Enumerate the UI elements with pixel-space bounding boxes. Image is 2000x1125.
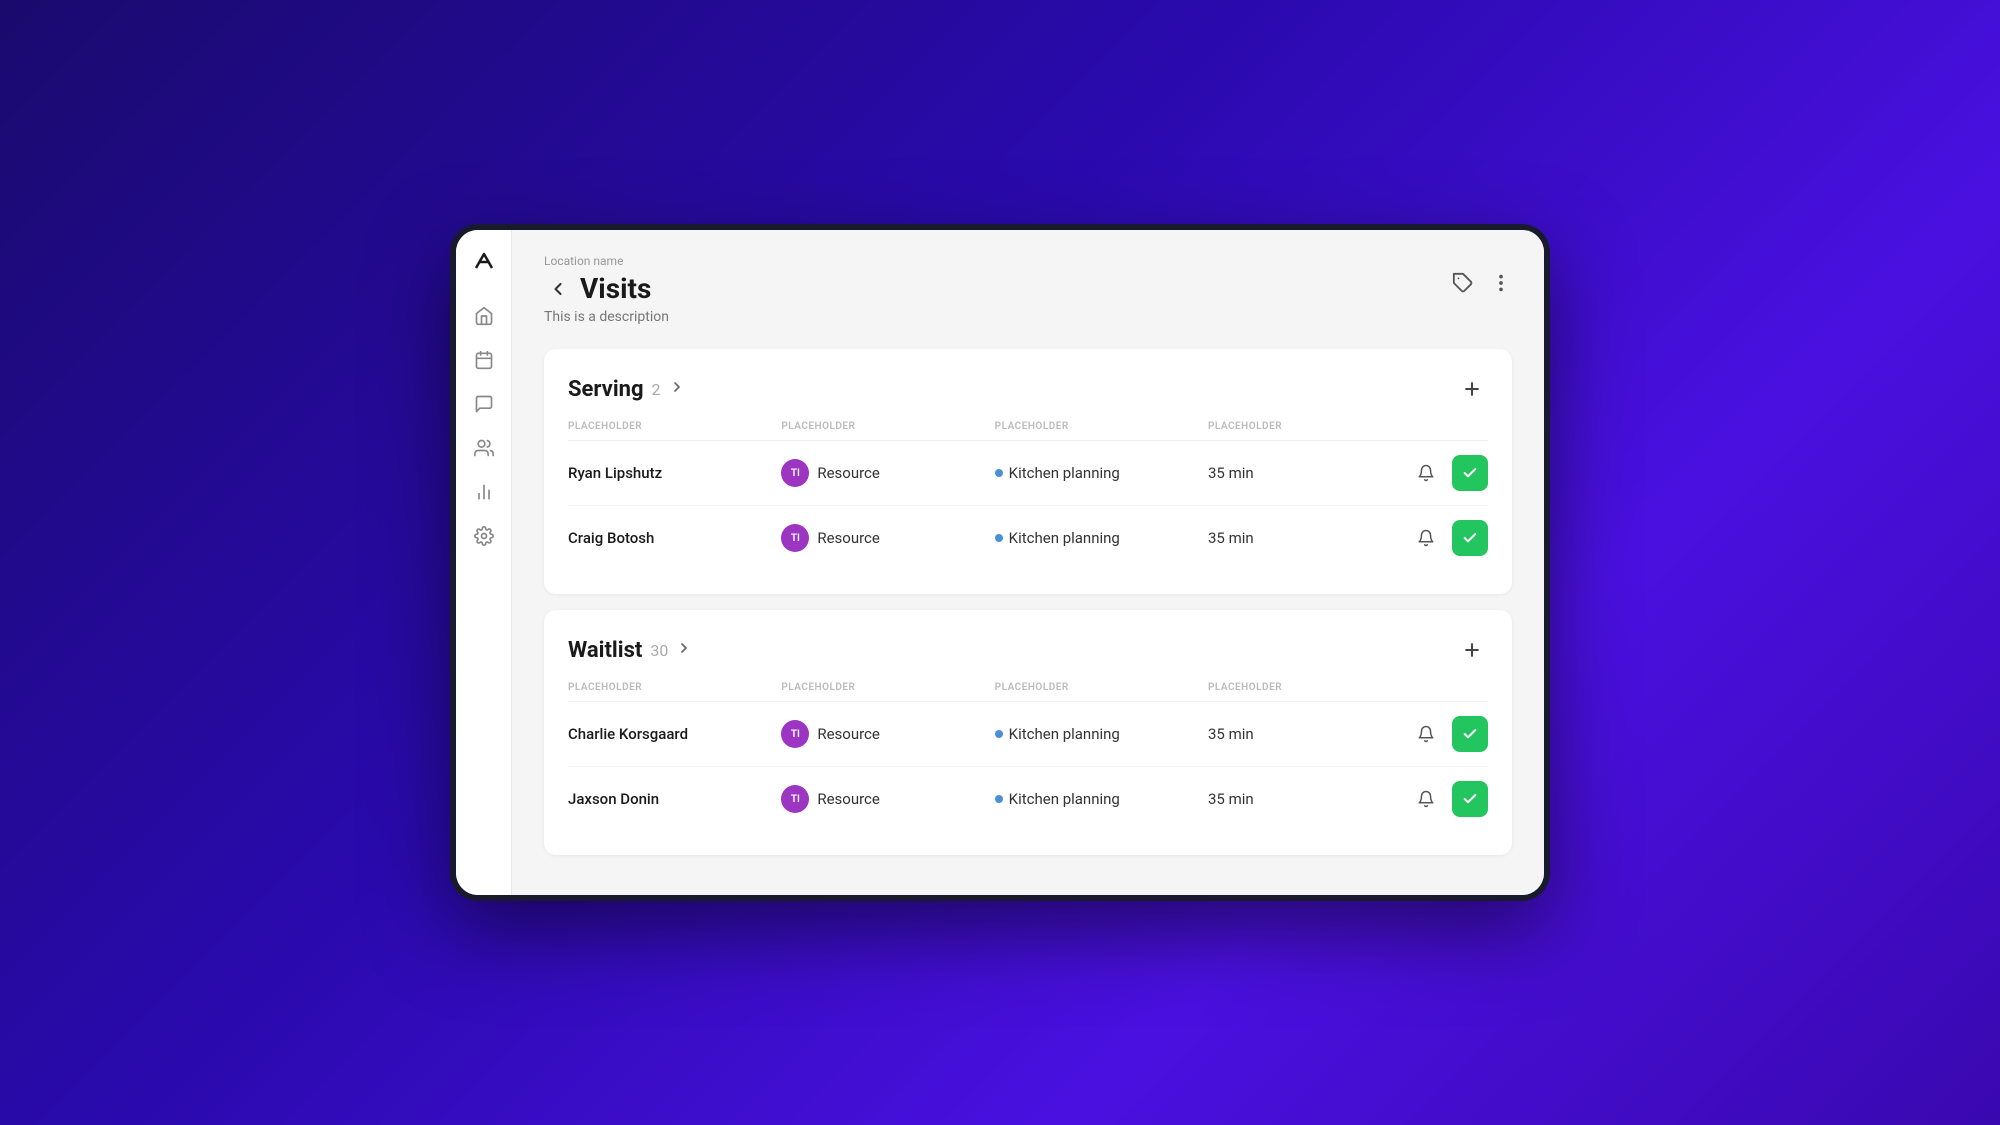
waitlist-col-2: PLACEHOLDER <box>781 682 994 693</box>
waitlist-col-4: PLACEHOLDER <box>1208 682 1368 693</box>
waitlist-row-1-avatar: TI <box>781 720 809 748</box>
waitlist-row-1-check-button[interactable] <box>1452 716 1488 752</box>
waitlist-row-2: Jaxson Donin TI Resource Kitchen plannin… <box>568 767 1488 831</box>
serving-row-2-resource: TI Resource <box>781 524 994 552</box>
waitlist-row-1-service: Kitchen planning <box>995 725 1208 743</box>
main-content: Location name Visits <box>512 230 1544 895</box>
serving-title-row: Serving 2 <box>568 377 685 402</box>
serving-row-2-time: 35 min <box>1208 529 1368 547</box>
waitlist-section-header: Waitlist 30 <box>568 634 1488 666</box>
serving-row-1-check-button[interactable] <box>1452 455 1488 491</box>
serving-row-2-service: Kitchen planning <box>995 529 1208 547</box>
serving-row-2-resource-label: Resource <box>817 529 880 547</box>
page-title-row: Visits <box>544 272 651 305</box>
serving-row-2-name: Craig Botosh <box>568 529 781 547</box>
waitlist-row-2-check-button[interactable] <box>1452 781 1488 817</box>
waitlist-row-2-actions <box>1368 781 1488 817</box>
serving-title: Serving <box>568 377 644 402</box>
serving-row-1: Ryan Lipshutz TI Resource Kitchen planni… <box>568 441 1488 506</box>
serving-row-1-service-label: Kitchen planning <box>1009 464 1120 482</box>
waitlist-col-1: PLACEHOLDER <box>568 682 781 693</box>
serving-section-header: Serving 2 <box>568 373 1488 405</box>
serving-col-4: PLACEHOLDER <box>1208 421 1368 432</box>
serving-col-5 <box>1368 421 1488 432</box>
device-frame: Location name Visits <box>450 224 1550 901</box>
waitlist-col-3: PLACEHOLDER <box>995 682 1208 693</box>
waitlist-row-1-name: Charlie Korsgaard <box>568 725 781 743</box>
page-description: This is a description <box>544 309 1512 325</box>
serving-row-1-bell-button[interactable] <box>1410 457 1442 489</box>
tag-icon[interactable] <box>1452 272 1474 294</box>
serving-row-2-avatar: TI <box>781 524 809 552</box>
waitlist-row-2-bell-button[interactable] <box>1410 783 1442 815</box>
serving-count: 2 <box>652 380 661 399</box>
serving-col-3: PLACEHOLDER <box>995 421 1208 432</box>
serving-row-1-resource-label: Resource <box>817 464 880 482</box>
waitlist-row-1-resource-label: Resource <box>817 725 880 743</box>
serving-row-2-bell-button[interactable] <box>1410 522 1442 554</box>
service-dot-icon <box>995 469 1003 477</box>
waitlist-title: Waitlist <box>568 638 642 663</box>
waitlist-row-2-resource-label: Resource <box>817 790 880 808</box>
waitlist-row-1-time: 35 min <box>1208 725 1368 743</box>
waitlist-row-1: Charlie Korsgaard TI Resource Kitchen pl… <box>568 702 1488 767</box>
waitlist-col-5 <box>1368 682 1488 693</box>
serving-row-2-actions <box>1368 520 1488 556</box>
serving-section: Serving 2 <box>544 349 1512 594</box>
serving-row-1-resource: TI Resource <box>781 459 994 487</box>
serving-row-1-actions <box>1368 455 1488 491</box>
sidebar-item-home[interactable] <box>466 298 502 334</box>
serving-add-button[interactable] <box>1456 373 1488 405</box>
sidebar-item-users[interactable] <box>466 430 502 466</box>
waitlist-row-1-bell-button[interactable] <box>1410 718 1442 750</box>
serving-col-1: PLACEHOLDER <box>568 421 781 432</box>
serving-table-header: PLACEHOLDER PLACEHOLDER PLACEHOLDER PLAC… <box>568 421 1488 441</box>
back-button[interactable] <box>544 275 572 303</box>
sidebar-item-messages[interactable] <box>466 386 502 422</box>
waitlist-row-2-name: Jaxson Donin <box>568 790 781 808</box>
waitlist-row-2-resource: TI Resource <box>781 785 994 813</box>
waitlist-chevron-icon[interactable] <box>676 640 692 660</box>
serving-row-1-name: Ryan Lipshutz <box>568 464 781 482</box>
waitlist-table-header: PLACEHOLDER PLACEHOLDER PLACEHOLDER PLAC… <box>568 682 1488 702</box>
waitlist-service-dot-1 <box>995 730 1003 738</box>
serving-row-2-service-label: Kitchen planning <box>1009 529 1120 547</box>
header-actions <box>1452 272 1512 294</box>
sidebar <box>456 230 512 895</box>
waitlist-row-2-service-label: Kitchen planning <box>1009 790 1120 808</box>
service-dot-icon-2 <box>995 534 1003 542</box>
serving-row-1-avatar: TI <box>781 459 809 487</box>
serving-row-1-time: 35 min <box>1208 464 1368 482</box>
waitlist-title-row: Waitlist 30 <box>568 638 692 663</box>
waitlist-row-1-actions <box>1368 716 1488 752</box>
serving-row-2-check-button[interactable] <box>1452 520 1488 556</box>
app-logo <box>468 246 500 278</box>
waitlist-row-1-service-label: Kitchen planning <box>1009 725 1120 743</box>
waitlist-section: Waitlist 30 <box>544 610 1512 855</box>
serving-col-2: PLACEHOLDER <box>781 421 994 432</box>
serving-row-1-service: Kitchen planning <box>995 464 1208 482</box>
device-inner: Location name Visits <box>456 230 1544 895</box>
serving-chevron-icon[interactable] <box>669 379 685 399</box>
waitlist-row-1-resource: TI Resource <box>781 720 994 748</box>
sidebar-item-calendar[interactable] <box>466 342 502 378</box>
page-title: Visits <box>580 272 651 305</box>
waitlist-add-button[interactable] <box>1456 634 1488 666</box>
serving-row-2: Craig Botosh TI Resource Kitchen plannin… <box>568 506 1488 570</box>
waitlist-service-dot-2 <box>995 795 1003 803</box>
sidebar-item-analytics[interactable] <box>466 474 502 510</box>
waitlist-row-2-time: 35 min <box>1208 790 1368 808</box>
page-header: Visits <box>544 272 1512 305</box>
location-name: Location name <box>544 254 1512 268</box>
more-options-icon[interactable] <box>1490 272 1512 294</box>
waitlist-count: 30 <box>650 641 668 660</box>
waitlist-row-2-avatar: TI <box>781 785 809 813</box>
sidebar-item-settings[interactable] <box>466 518 502 554</box>
waitlist-row-2-service: Kitchen planning <box>995 790 1208 808</box>
